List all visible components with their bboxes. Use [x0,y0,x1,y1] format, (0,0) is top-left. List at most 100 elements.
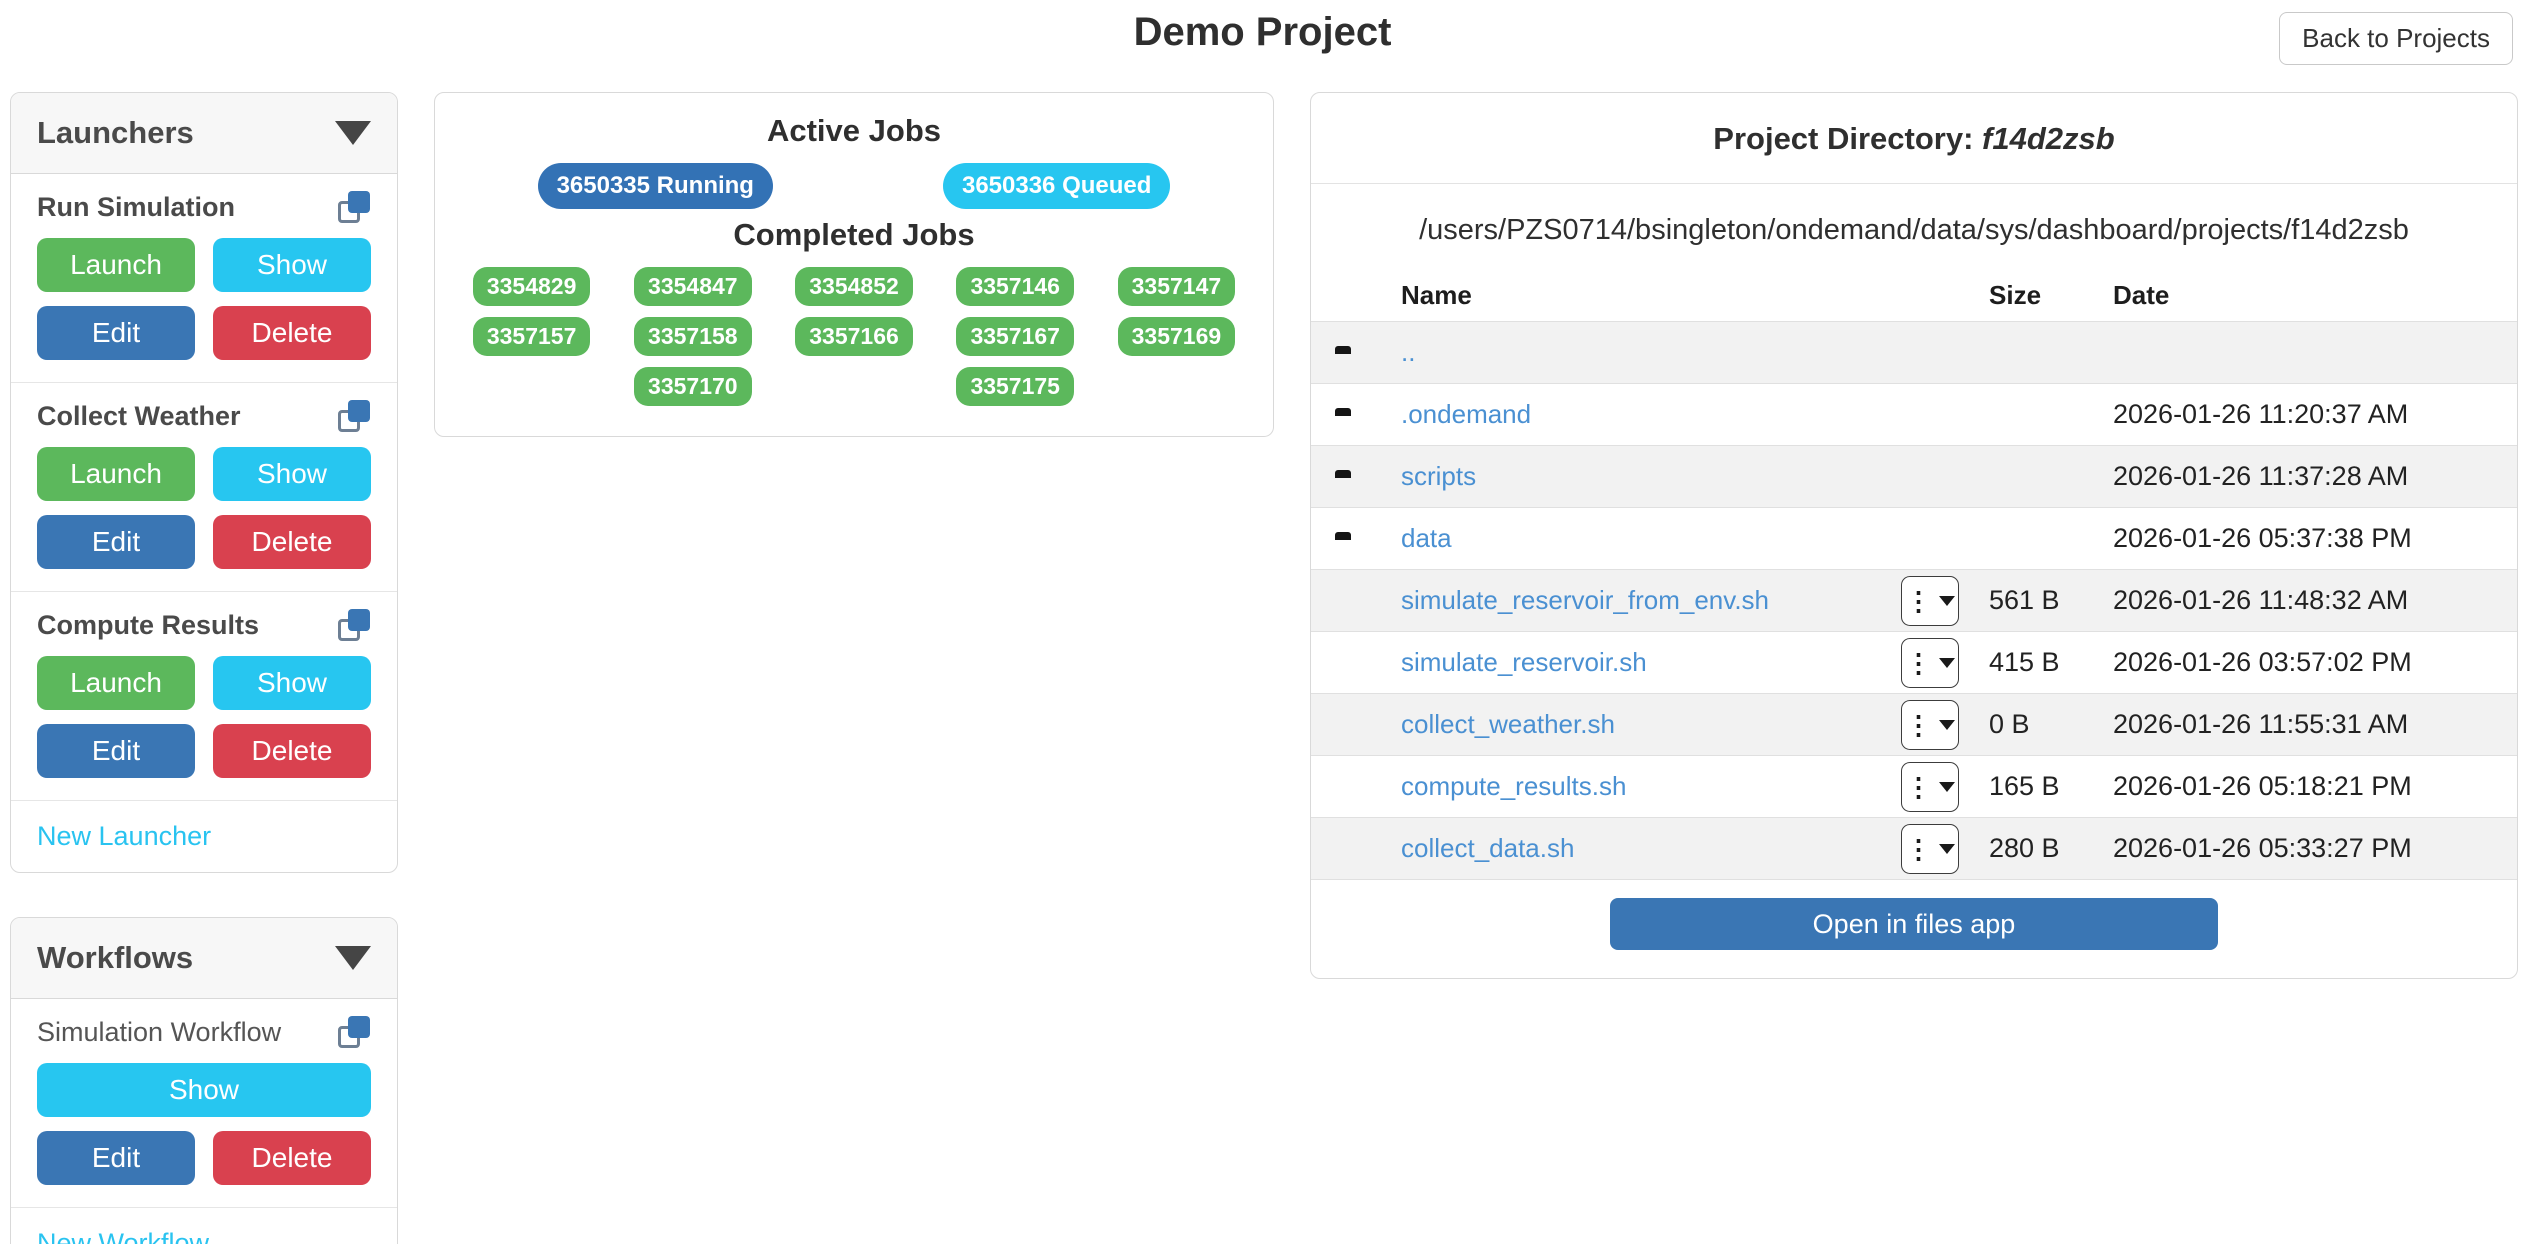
table-row: simulate_reservoir_from_env.sh ⋮ 561 B2026… [1311,569,2517,631]
file-date: 2026-01-26 05:18:21 PM [2113,771,2501,802]
file-size: 0 B [1989,709,2113,740]
file-name-link[interactable]: .. [1401,337,1415,367]
file-actions-dropdown-button[interactable]: ⋮ [1901,576,1959,626]
file-name-cell: data [1401,523,1901,554]
file-table: Name Size Date ...ondemand2026-01-26 11:… [1311,269,2517,879]
back-to-projects-button[interactable]: Back to Projects [2279,12,2513,65]
show-button[interactable]: Show [213,238,371,292]
workflow-card-list: Simulation Workflow Show Edit Delete [11,999,397,1208]
completed-job-badge: 3357170 [634,367,752,406]
open-in-files-app-button[interactable]: Open in files app [1610,898,2218,950]
launchers-panel: Launchers Run SimulationLaunchShowEditDe… [10,92,398,873]
file-size: 280 B [1989,833,2113,864]
table-row: collect_data.sh ⋮ 280 B2026-01-26 05:33:27… [1311,817,2517,879]
file-name-link[interactable]: compute_results.sh [1401,771,1626,801]
launcher-button-grid: Launch Show Edit Delete [37,447,371,569]
table-row: .. [1311,321,2517,383]
file-size: 415 B [1989,647,2113,678]
workflow-card-title: Simulation Workflow [37,1017,281,1048]
main-content: Launchers Run SimulationLaunchShowEditDe… [0,92,2525,1244]
file-name-cell: compute_results.sh [1401,771,1901,802]
kebab-dots-icon: ⋮ [1906,588,1932,614]
copy-icon[interactable] [337,608,371,642]
file-name-cell: collect_weather.sh [1401,709,1901,740]
copy-icon-front-square [348,609,370,631]
file-size: 561 B [1989,585,2113,616]
launchers-panel-header[interactable]: Launchers [11,93,397,174]
show-button[interactable]: Show [213,447,371,501]
delete-button[interactable]: Delete [213,1131,371,1185]
file-date: 2026-01-26 03:57:02 PM [2113,647,2501,678]
file-name-cell: collect_data.sh [1401,833,1901,864]
caret-down-icon [1939,844,1955,854]
delete-button[interactable]: Delete [213,724,371,778]
column-header-date: Date [2113,280,2501,311]
delete-button[interactable]: Delete [213,515,371,569]
file-name-link[interactable]: collect_weather.sh [1401,709,1615,739]
launch-button[interactable]: Launch [37,656,195,710]
page-title: Demo Project [0,10,2525,55]
file-date: 2026-01-26 05:37:38 PM [2113,523,2501,554]
file-menu-cell: ⋮ [1901,700,1989,750]
edit-button[interactable]: Edit [37,724,195,778]
launch-button[interactable]: Launch [37,238,195,292]
delete-button[interactable]: Delete [213,306,371,360]
directory-footer: Open in files app [1311,879,2517,978]
file-name-cell: scripts [1401,461,1901,492]
edit-button[interactable]: Edit [37,306,195,360]
table-row: collect_weather.sh⋮0 B2026-01-26 11:55:3… [1311,693,2517,755]
collapse-caret-icon[interactable] [335,946,371,970]
workflow-card-title-row: Simulation Workflow [37,1015,371,1049]
file-date: 2026-01-26 11:48:32 AM [2113,585,2501,616]
file-date: 2026-01-26 11:20:37 AM [2113,399,2501,430]
completed-job-badge: 3357146 [956,267,1074,306]
show-button[interactable]: Show [37,1063,371,1117]
workflows-panel-header[interactable]: Workflows [11,918,397,999]
new-workflow-link[interactable]: New Workflow [37,1228,209,1244]
launcher-button-grid: Launch Show Edit Delete [37,238,371,360]
file-name-link[interactable]: scripts [1401,461,1476,491]
launcher-card-title: Collect Weather [37,401,241,432]
edit-button[interactable]: Edit [37,1131,195,1185]
file-actions-dropdown-button[interactable]: ⋮ [1901,638,1959,688]
show-button[interactable]: Show [213,656,371,710]
file-actions-dropdown-button[interactable]: ⋮ [1901,700,1959,750]
file-name-link[interactable]: .ondemand [1401,399,1531,429]
launcher-card: Run SimulationLaunchShowEditDelete [11,174,397,383]
copy-icon[interactable] [337,190,371,224]
caret-down-icon [1939,782,1955,792]
collapse-caret-icon[interactable] [335,121,371,145]
new-launcher-link[interactable]: New Launcher [37,821,211,851]
completed-jobs-grid: 3354829335715733548473357158335717033548… [451,267,1257,406]
workflows-panel-footer: New Workflow [11,1208,397,1244]
file-date: 2026-01-26 11:37:28 AM [2113,461,2501,492]
caret-down-icon [1939,658,1955,668]
launcher-card-title-row: Compute Results [37,608,371,642]
file-table-body: .. .ondemand 2026-01-26 11:20:37 AM scripts… [1311,321,2517,879]
file-name-link[interactable]: collect_data.sh [1401,833,1574,863]
launcher-card: Compute Results Launch Show Edit Delete [11,592,397,801]
file-actions-dropdown-button[interactable]: ⋮ [1901,824,1959,874]
completed-job-badge: 3354852 [795,267,913,306]
copy-icon[interactable] [337,399,371,433]
completed-job-badge: 3357169 [1118,317,1236,356]
completed-job-badge: 3357157 [473,317,591,356]
completed-job-badge: 3357167 [956,317,1074,356]
file-name-link[interactable]: simulate_reservoir_from_env.sh [1401,585,1769,615]
workflows-panel: Workflows Simulation Workflow Show Edit Del… [10,917,398,1244]
copy-icon-front-square [348,191,370,213]
edit-button[interactable]: Edit [37,515,195,569]
file-date: 2026-01-26 05:33:27 PM [2113,833,2501,864]
project-directory-title-prefix: Project Directory: [1713,121,1973,156]
launch-button[interactable]: Launch [37,447,195,501]
file-name-link[interactable]: data [1401,523,1452,553]
page-header: Demo Project Back to Projects [0,0,2525,72]
file-actions-dropdown-button[interactable]: ⋮ [1901,762,1959,812]
copy-icon[interactable] [337,1015,371,1049]
jobs-panel: Active Jobs 3650335 Running3650336 Queue… [434,92,1274,437]
project-directory-name: f14d2zsb [1982,121,2115,156]
active-jobs-title: Active Jobs [451,113,1257,149]
file-name-link[interactable]: simulate_reservoir.sh [1401,647,1647,677]
file-name-cell: simulate_reservoir.sh [1401,647,1901,678]
launcher-button-grid: Launch Show Edit Delete [37,656,371,778]
